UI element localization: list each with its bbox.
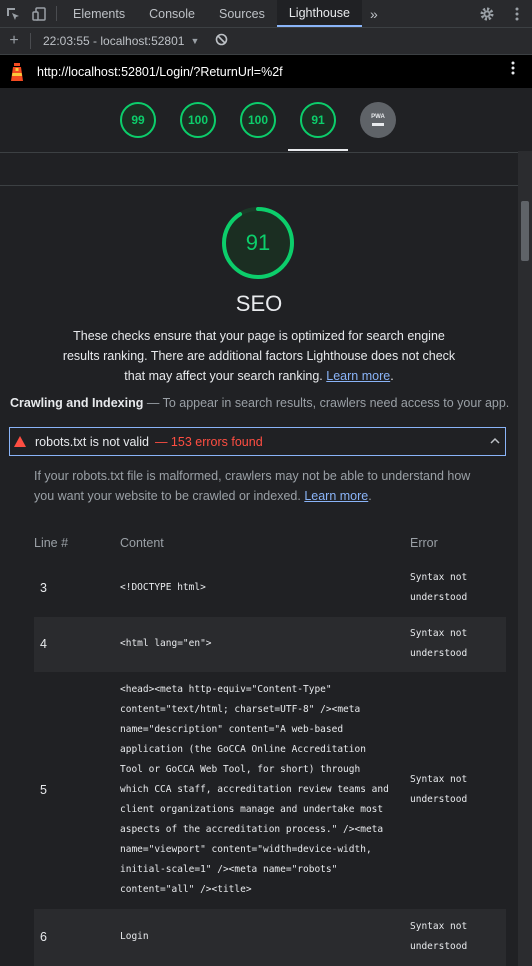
column-header-line: Line #	[34, 536, 69, 550]
table-row: 6 Login Syntax not understood	[34, 909, 506, 966]
row-error: Syntax not understood	[410, 572, 468, 603]
active-score-indicator	[288, 149, 348, 151]
toolbar-divider	[30, 33, 31, 49]
tab-sources[interactable]: Sources	[207, 0, 277, 27]
tab-lighthouse[interactable]: Lighthouse	[276, 0, 363, 27]
report-url: http://localhost:52801/Login/?ReturnUrl=…	[37, 64, 283, 79]
plus-icon[interactable]: +	[0, 32, 28, 50]
scrollbar[interactable]	[518, 151, 532, 966]
score-gauge-best-practices[interactable]: 100	[240, 102, 276, 138]
scrollbar-thumb[interactable]	[521, 201, 529, 261]
row-line-number: 3	[40, 581, 47, 595]
tab-elements[interactable]: Elements	[61, 0, 137, 27]
settings-gear-icon[interactable]	[472, 6, 502, 22]
score-gauge-seo[interactable]: 91	[300, 102, 336, 138]
row-line-number: 5	[40, 783, 47, 797]
dropdown-icon[interactable]: ▼	[190, 36, 199, 46]
lighthouse-logo-icon	[9, 62, 29, 82]
seo-score-value: 91	[245, 230, 271, 255]
row-error: Syntax not understood	[410, 774, 468, 805]
row-content: <head><meta http-equiv="Content-Type" co…	[120, 684, 395, 895]
row-error: Syntax not understood	[410, 628, 468, 659]
score-gauge-performance[interactable]: 99	[120, 102, 156, 138]
chevron-up-icon[interactable]	[489, 435, 501, 450]
clear-icon[interactable]	[215, 33, 228, 49]
device-toggle-icon[interactable]	[26, 0, 52, 27]
more-tabs-button[interactable]: »	[362, 0, 386, 27]
group-separator: —	[146, 396, 160, 410]
group-description: To appear in search results, crawlers ne…	[162, 396, 510, 410]
audit-description-end: .	[368, 489, 372, 503]
row-content: Login	[120, 931, 149, 942]
report-url-bar: http://localhost:52801/Login/?ReturnUrl=…	[0, 55, 532, 88]
learn-more-link[interactable]: Learn more	[326, 369, 390, 383]
devtools-tab-bar: Elements Console Sources Lighthouse »	[0, 0, 532, 28]
table-row: 3 <!DOCTYPE html> Syntax not understood	[34, 567, 506, 609]
category-description-end: .	[390, 369, 394, 383]
row-content: <html lang="en">	[120, 638, 212, 649]
more-vertical-icon[interactable]	[502, 7, 532, 21]
score-gauge-accessibility[interactable]: 100	[180, 102, 216, 138]
section-divider	[0, 185, 532, 186]
scores-header: 99 100 100 91 PWA	[0, 88, 532, 153]
table-row: 4 <html lang="en"> Syntax not understood	[34, 617, 506, 672]
audit-title: robots.txt is not valid	[35, 434, 149, 449]
group-title: Crawling and Indexing	[10, 396, 144, 410]
lighthouse-toolbar: + 22:03:55 - localhost:52801 ▼	[0, 28, 532, 55]
category-description-text: These checks ensure that your page is op…	[62, 329, 456, 383]
category-description: These checks ensure that your page is op…	[54, 326, 464, 386]
category-title: SEO	[235, 291, 283, 316]
audit-description: If your robots.txt file is malformed, cr…	[34, 466, 484, 506]
pwa-dash-icon	[372, 123, 384, 126]
row-line-number: 4	[40, 637, 47, 651]
row-line-number: 6	[40, 930, 47, 944]
toolbar-divider	[56, 6, 57, 21]
report-menu-icon[interactable]	[510, 61, 516, 75]
inspect-icon[interactable]	[0, 0, 26, 27]
column-header-error: Error	[410, 536, 438, 550]
audit-robots-txt[interactable]: robots.txt is not valid — 153 errors fou…	[9, 427, 506, 456]
warning-triangle-icon	[14, 436, 26, 447]
audit-group-header: Crawling and Indexing — To appear in sea…	[10, 396, 509, 410]
report-selector[interactable]: 22:03:55 - localhost:52801	[37, 34, 184, 48]
row-error: Syntax not understood	[410, 921, 468, 952]
audit-learn-more-link[interactable]: Learn more	[304, 489, 368, 503]
audit-description-text: If your robots.txt file is malformed, cr…	[34, 469, 471, 503]
table-row: 5 <head><meta http-equiv="Content-Type" …	[34, 680, 506, 900]
row-content: <!DOCTYPE html>	[120, 582, 206, 593]
score-gauge-pwa[interactable]: PWA	[360, 102, 396, 138]
tab-console[interactable]: Console	[137, 0, 207, 27]
column-header-content: Content	[120, 536, 164, 550]
audit-display-value: — 153 errors found	[154, 434, 263, 449]
pwa-label: PWA	[371, 114, 385, 120]
